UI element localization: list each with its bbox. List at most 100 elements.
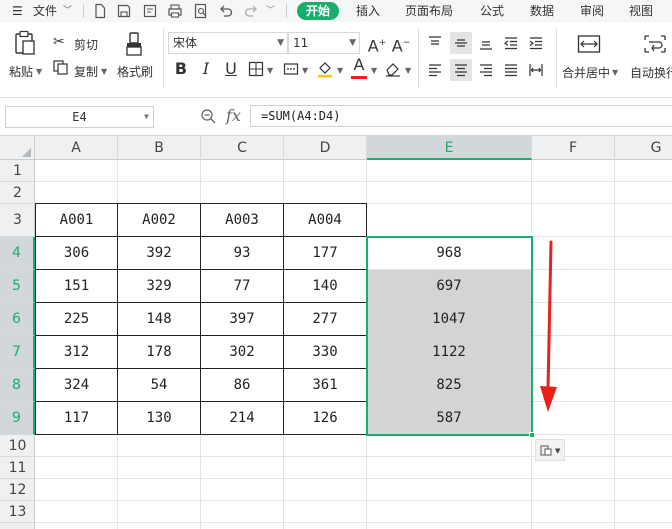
wrap-text-icon[interactable] bbox=[643, 34, 667, 54]
header-cell[interactable]: A001 bbox=[35, 203, 118, 237]
chevron-down-icon[interactable]: ▼ bbox=[612, 68, 618, 77]
fill-color-icon[interactable] bbox=[315, 59, 335, 79]
fill-handle[interactable] bbox=[529, 432, 535, 438]
data-cell[interactable]: 77 bbox=[200, 269, 284, 303]
data-cell[interactable]: 54 bbox=[117, 368, 201, 402]
chevron-down-icon[interactable]: ﹀ bbox=[266, 0, 275, 22]
clear-format-icon[interactable] bbox=[383, 59, 403, 79]
chevron-down-icon[interactable]: ﹀ bbox=[63, 0, 72, 22]
row-header[interactable]: 6 bbox=[0, 303, 35, 336]
tab-home[interactable]: 开始 bbox=[297, 2, 339, 20]
italic-icon[interactable]: I bbox=[196, 59, 216, 79]
formula-input[interactable]: =SUM(A4:D4) bbox=[250, 105, 672, 127]
redo-icon[interactable] bbox=[243, 3, 259, 19]
decrease-font-icon[interactable]: A− bbox=[391, 33, 411, 55]
data-cell[interactable]: 361 bbox=[283, 368, 367, 402]
cell-grid[interactable]: A001 A002 A003 A004 306 392 93 177 151 3… bbox=[35, 160, 672, 529]
align-left-icon[interactable] bbox=[427, 62, 443, 78]
new-file-icon[interactable] bbox=[92, 3, 108, 19]
function-icon[interactable]: fx bbox=[226, 106, 241, 125]
row-header[interactable]: 10 bbox=[0, 435, 35, 457]
justify-icon[interactable] bbox=[503, 62, 519, 78]
distributed-align-icon[interactable] bbox=[528, 62, 544, 78]
data-cell[interactable]: 324 bbox=[35, 368, 118, 402]
data-cell[interactable]: 126 bbox=[283, 401, 367, 435]
paste-icon[interactable] bbox=[14, 30, 36, 56]
decrease-indent-icon[interactable] bbox=[503, 35, 519, 51]
name-box[interactable]: E4 ▼ bbox=[5, 106, 154, 128]
chevron-down-icon[interactable]: ▼ bbox=[101, 67, 107, 76]
export-pdf-icon[interactable] bbox=[142, 3, 158, 19]
chevron-down-icon[interactable]: ▼ bbox=[371, 66, 377, 75]
increase-font-icon[interactable]: A+ bbox=[367, 33, 387, 55]
scissors-icon[interactable]: ✂ bbox=[53, 34, 65, 50]
column-header-d[interactable]: D bbox=[284, 136, 367, 160]
undo-icon[interactable] bbox=[218, 3, 234, 19]
tab-view[interactable]: 视图 bbox=[629, 0, 653, 22]
data-cell[interactable]: 214 bbox=[200, 401, 284, 435]
row-header[interactable]: 3 bbox=[0, 204, 35, 237]
align-top-icon[interactable] bbox=[427, 35, 443, 51]
row-header[interactable]: 12 bbox=[0, 479, 35, 501]
data-cell[interactable]: 117 bbox=[35, 401, 118, 435]
menu-file[interactable]: 文件 bbox=[33, 0, 57, 22]
data-cell[interactable]: 178 bbox=[117, 335, 201, 369]
data-cell[interactable]: 302 bbox=[200, 335, 284, 369]
print-icon[interactable] bbox=[167, 3, 183, 19]
column-header-b[interactable]: B bbox=[118, 136, 201, 160]
tab-formulas[interactable]: 公式 bbox=[480, 0, 504, 22]
data-cell[interactable]: 86 bbox=[200, 368, 284, 402]
chevron-down-icon[interactable]: ▼ bbox=[302, 66, 308, 75]
header-cell[interactable]: A003 bbox=[200, 203, 284, 237]
data-cell[interactable]: 93 bbox=[200, 236, 284, 270]
format-painter-icon[interactable] bbox=[124, 31, 146, 57]
font-size-select[interactable]: 11 ▼ bbox=[288, 32, 360, 54]
data-cell[interactable]: 329 bbox=[117, 269, 201, 303]
data-cell[interactable]: 177 bbox=[283, 236, 367, 270]
column-header-e[interactable]: E bbox=[367, 136, 532, 160]
font-name-select[interactable]: 宋体 ▼ bbox=[168, 32, 288, 54]
tab-page-layout[interactable]: 页面布局 bbox=[405, 0, 453, 22]
data-cell[interactable]: 225 bbox=[35, 302, 118, 336]
column-header-a[interactable]: A bbox=[35, 136, 118, 160]
row-header[interactable]: 8 bbox=[0, 369, 35, 402]
copy-button[interactable]: 复制 bbox=[74, 63, 98, 80]
column-header-c[interactable]: C bbox=[201, 136, 284, 160]
font-color-icon[interactable]: A bbox=[349, 57, 369, 79]
row-header[interactable]: 9 bbox=[0, 402, 35, 435]
select-all-corner[interactable] bbox=[0, 136, 35, 160]
header-cell[interactable]: A004 bbox=[283, 203, 367, 237]
row-header[interactable]: 4 bbox=[0, 237, 35, 270]
wrap-text-button[interactable]: 自动换行 bbox=[630, 64, 672, 81]
merge-center-icon[interactable] bbox=[577, 34, 601, 54]
align-center-icon[interactable] bbox=[450, 59, 472, 81]
increase-indent-icon[interactable] bbox=[528, 35, 544, 51]
data-cell[interactable]: 130 bbox=[117, 401, 201, 435]
chevron-down-icon[interactable]: ▼ bbox=[337, 66, 343, 75]
paste-options-button[interactable]: ▼ bbox=[535, 439, 565, 461]
paste-button[interactable]: 粘贴 bbox=[9, 63, 33, 80]
copy-icon[interactable] bbox=[53, 60, 68, 75]
save-icon[interactable] bbox=[116, 3, 132, 19]
merge-center-button[interactable]: 合并居中 bbox=[562, 64, 610, 81]
row-header[interactable]: 11 bbox=[0, 457, 35, 479]
tab-review[interactable]: 审阅 bbox=[580, 0, 604, 22]
chevron-down-icon[interactable]: ▼ bbox=[267, 66, 273, 75]
data-cell[interactable]: 392 bbox=[117, 236, 201, 270]
data-cell[interactable]: 306 bbox=[35, 236, 118, 270]
align-right-icon[interactable] bbox=[478, 62, 494, 78]
row-header[interactable]: 13 bbox=[0, 501, 35, 523]
column-header-g[interactable]: G bbox=[615, 136, 672, 160]
chevron-down-icon[interactable]: ▼ bbox=[36, 67, 42, 76]
format-painter-button[interactable]: 格式刷 bbox=[117, 63, 153, 80]
row-header[interactable]: 1 bbox=[0, 160, 35, 182]
data-cell[interactable]: 140 bbox=[283, 269, 367, 303]
align-middle-icon[interactable] bbox=[450, 32, 472, 54]
underline-icon[interactable]: U bbox=[221, 59, 241, 79]
print-preview-icon[interactable] bbox=[193, 3, 209, 19]
hamburger-icon[interactable]: ☰ bbox=[12, 0, 23, 22]
align-bottom-icon[interactable] bbox=[478, 35, 494, 51]
data-cell[interactable]: 277 bbox=[283, 302, 367, 336]
cut-button[interactable]: 剪切 bbox=[74, 36, 98, 53]
row-header[interactable]: 5 bbox=[0, 270, 35, 303]
